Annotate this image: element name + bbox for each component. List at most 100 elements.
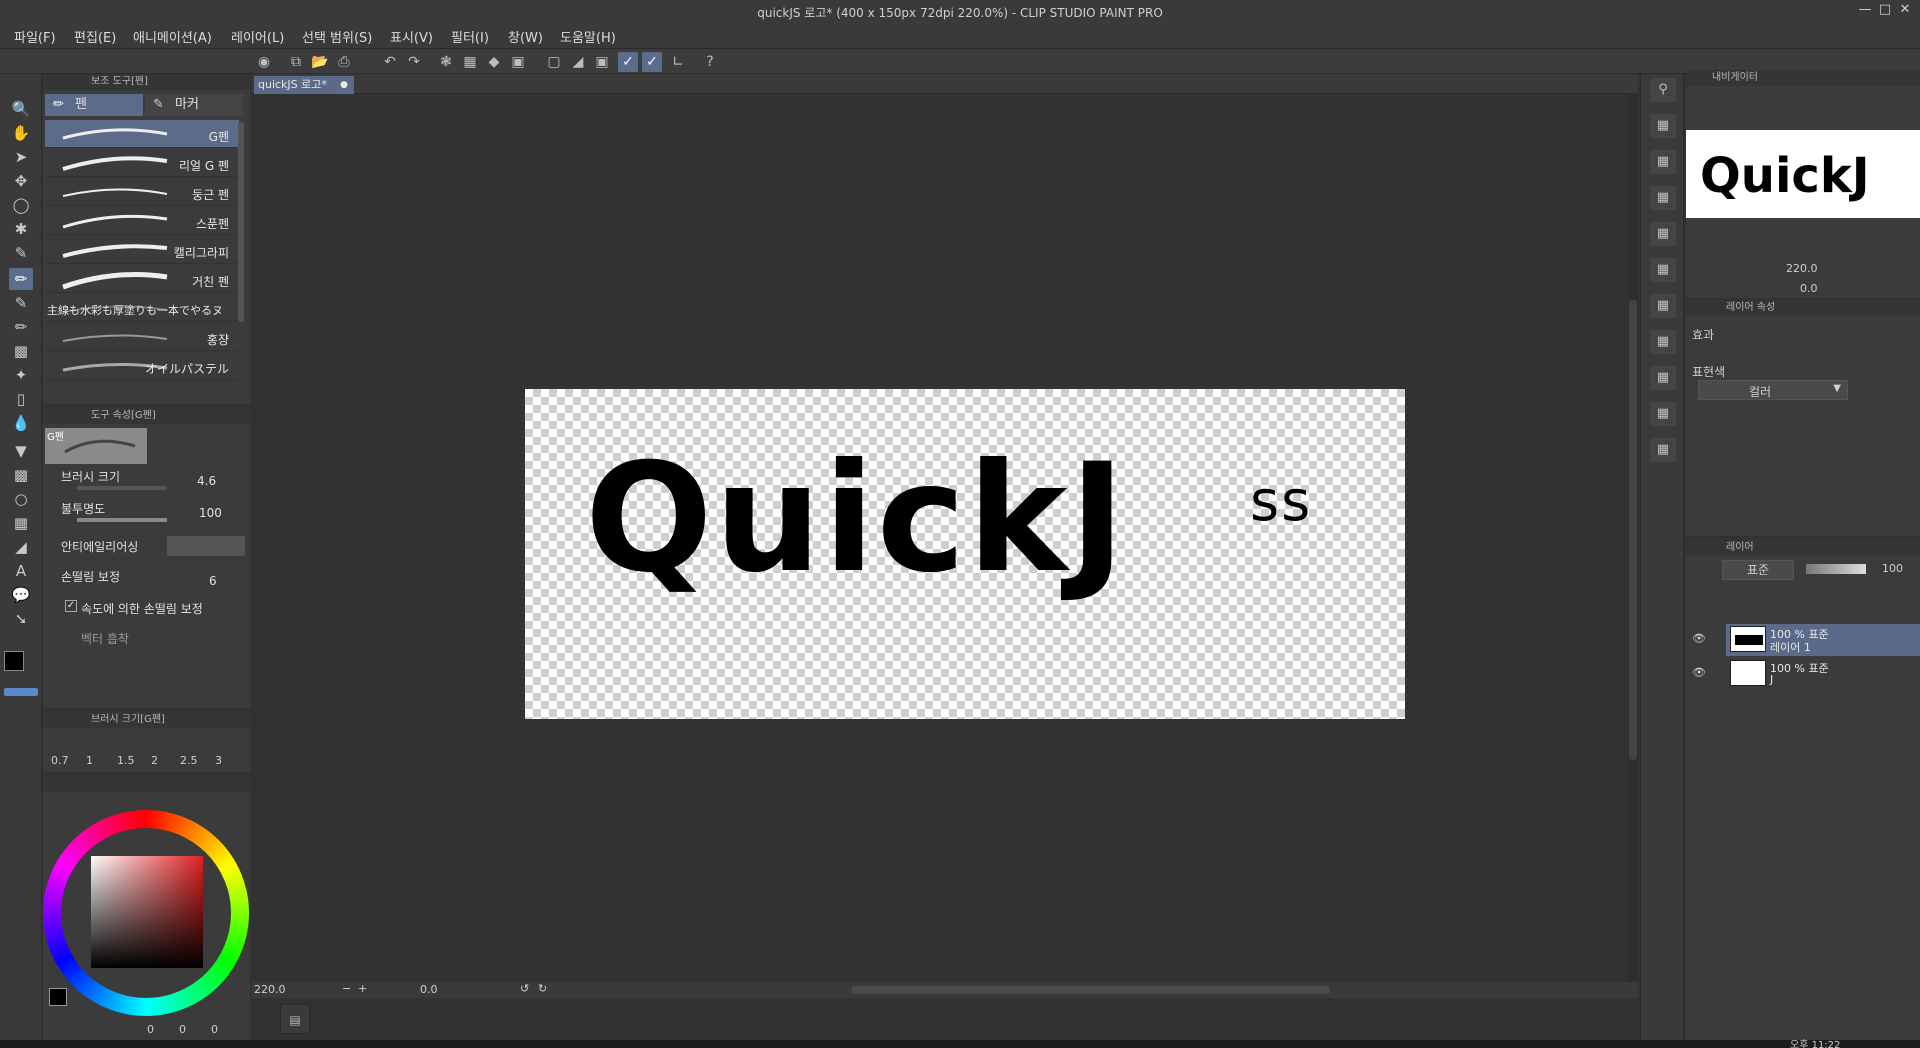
save-icon[interactable]: ⎙ <box>334 52 354 72</box>
brush-size-value[interactable]: 4.6 <box>197 474 216 488</box>
snap-ruler-icon[interactable]: ✓ <box>618 52 638 72</box>
hand-tool-icon[interactable]: ✋ <box>9 122 33 144</box>
deselect-icon[interactable]: ▢ <box>544 52 564 72</box>
brush-custom-2[interactable]: 홍쟝 <box>45 323 239 351</box>
drawing-canvas[interactable]: QuickJ ss <box>525 389 1405 719</box>
saturation-value-square[interactable] <box>91 856 203 968</box>
opacity-row[interactable]: 불투명도 100 <box>57 500 247 524</box>
hscroll-thumb[interactable] <box>852 986 1330 994</box>
material-icon-5[interactable]: ▦ <box>1650 258 1676 282</box>
material-icon-9[interactable]: ▦ <box>1650 402 1676 426</box>
lasso-icon[interactable]: ◯ <box>9 194 33 216</box>
size-preset-2[interactable]: 1.5 <box>117 754 135 767</box>
new-file-icon[interactable]: ⧉ <box>286 52 306 72</box>
stabilization-value[interactable]: 6 <box>209 574 217 588</box>
layer-row[interactable]: 👁 100 % 표준 레이어 1 <box>1692 624 1920 656</box>
transparent-color-toggle[interactable] <box>4 688 38 696</box>
eye-icon[interactable]: 👁 <box>1692 632 1706 645</box>
document-tab[interactable]: quickJS 로고* ● <box>254 76 354 94</box>
brush-round-pen[interactable]: 둥근 펜 <box>45 178 239 206</box>
help-icon[interactable]: ? <box>700 52 720 72</box>
navigator-angle[interactable]: 0.0 <box>1800 282 1818 295</box>
menu-help[interactable]: 도움말(H) <box>560 27 616 46</box>
snap-special-ruler-icon[interactable]: ✓ <box>642 52 662 72</box>
menu-view[interactable]: 표시(V) <box>390 27 433 46</box>
restore-icon[interactable]: □ <box>1876 2 1894 20</box>
opacity-value[interactable]: 100 <box>199 506 222 520</box>
vector-snap-row[interactable]: 벡터 흡착 <box>57 630 247 654</box>
brush-list-scrollbar[interactable] <box>238 122 244 322</box>
menu-file[interactable]: 파일(F) <box>14 27 56 46</box>
material-icon-2[interactable]: ▦ <box>1650 150 1676 174</box>
clip-studio-icon[interactable]: ◉ <box>254 52 274 72</box>
zoom-value[interactable]: 220.0 <box>254 983 286 996</box>
snap-grid-icon[interactable]: ∟ <box>668 52 688 72</box>
material-icon-4[interactable]: ▦ <box>1650 222 1676 246</box>
eyedropper-icon[interactable]: ✎ <box>9 242 33 264</box>
material-icon-8[interactable]: ▦ <box>1650 366 1676 390</box>
transform-icon[interactable]: ▣ <box>508 52 528 72</box>
opacity-slider[interactable] <box>77 518 167 522</box>
balloon-icon[interactable]: 💬 <box>9 584 33 606</box>
menu-selection[interactable]: 선택 범위(S) <box>302 27 372 46</box>
canvas-vertical-scrollbar[interactable] <box>1628 95 1638 982</box>
brush-oil-pastel[interactable]: オイルパステル <box>45 352 239 380</box>
brush-rough-pen[interactable]: 거친 펜 <box>45 265 239 293</box>
clear-icon[interactable]: ▦ <box>460 52 480 72</box>
brush-custom-1[interactable]: 主線も水彩も厚塗りも一本でやるヌ <box>45 294 239 322</box>
redo-icon[interactable]: ↷ <box>404 52 424 72</box>
material-icon-3[interactable]: ▦ <box>1650 186 1676 210</box>
open-file-icon[interactable]: 📂 <box>310 52 330 72</box>
menu-layer[interactable]: 레이어(L) <box>231 27 284 46</box>
correct-line-icon[interactable]: ➘ <box>9 608 33 630</box>
brush-real-g-pen[interactable]: 리얼 G 펜 <box>45 149 239 177</box>
search-icon[interactable]: ⚲ <box>1650 78 1676 102</box>
layer-opacity-value[interactable]: 100 <box>1882 562 1903 575</box>
loading-icon[interactable]: ❃ <box>436 52 456 72</box>
airbrush-icon[interactable]: ▩ <box>9 340 33 362</box>
angle-value[interactable]: 0.0 <box>420 983 438 996</box>
timeline-toggle-icon[interactable]: ▤ <box>280 1004 310 1034</box>
operation-tool-icon[interactable]: ➤ <box>9 146 33 168</box>
ruler-icon[interactable]: ◢ <box>9 536 33 558</box>
speed-stabilization-row[interactable]: ✓ 속도에 의한 손떨림 보정 <box>57 600 247 624</box>
figure-icon[interactable]: ○ <box>9 488 33 510</box>
menu-window[interactable]: 창(W) <box>508 27 543 46</box>
size-preset-3[interactable]: 2 <box>151 754 158 767</box>
antialias-row[interactable]: 안티에일리어싱 <box>57 536 247 562</box>
zoom-out-icon[interactable]: − <box>342 982 351 995</box>
brush-tool-icon[interactable]: ✏ <box>9 316 33 338</box>
material-icon-7[interactable]: ▦ <box>1650 330 1676 354</box>
speed-stab-checkbox[interactable]: ✓ <box>65 600 77 612</box>
eraser-icon[interactable]: ▯ <box>9 388 33 410</box>
pencil-tool-icon[interactable]: ✎ <box>9 292 33 314</box>
show-selection-icon[interactable]: ▣ <box>592 52 612 72</box>
stabilization-row[interactable]: 손떨림 보정 6 <box>57 568 247 592</box>
fill-icon[interactable]: ◆ <box>484 52 504 72</box>
minimize-icon[interactable]: — <box>1856 2 1874 20</box>
menu-filter[interactable]: 필터(I) <box>451 27 489 46</box>
rotate-right-icon[interactable]: ↻ <box>538 982 547 995</box>
brush-size-row[interactable]: 브러시 크기 4.6 <box>57 468 247 492</box>
size-preset-0[interactable]: 0.7 <box>51 754 69 767</box>
expression-color-select[interactable]: 컬러 ▼ <box>1698 380 1848 400</box>
brush-size-slider[interactable] <box>77 486 167 490</box>
zoom-tool-icon[interactable]: 🔍 <box>9 98 33 120</box>
brush-spoon-pen[interactable]: 스푼펜 <box>45 207 239 235</box>
text-tool-icon[interactable]: A <box>9 560 33 582</box>
main-color-chip[interactable] <box>49 988 67 1006</box>
vscroll-thumb[interactable] <box>1629 300 1637 760</box>
blend-icon[interactable]: 💧 <box>9 412 33 434</box>
gradient-icon[interactable]: ▩ <box>9 464 33 486</box>
pen-tool-icon[interactable]: ✏ <box>9 268 33 290</box>
eye-icon[interactable]: 👁 <box>1692 666 1706 679</box>
tab-marker[interactable]: ✎ 마커 <box>145 94 243 116</box>
antialias-selector[interactable] <box>167 536 245 556</box>
move-layer-icon[interactable]: ✥ <box>9 170 33 192</box>
layer-row[interactable]: 👁 100 % 표준 J <box>1692 658 1920 690</box>
layer-opacity-slider[interactable] <box>1806 564 1866 574</box>
brush-calligraphy[interactable]: 캘리그라피 <box>45 236 239 264</box>
brush-g-pen[interactable]: G펜 <box>45 120 239 148</box>
navigator-preview[interactable]: QuickJ <box>1686 130 1920 218</box>
material-icon-6[interactable]: ▦ <box>1650 294 1676 318</box>
